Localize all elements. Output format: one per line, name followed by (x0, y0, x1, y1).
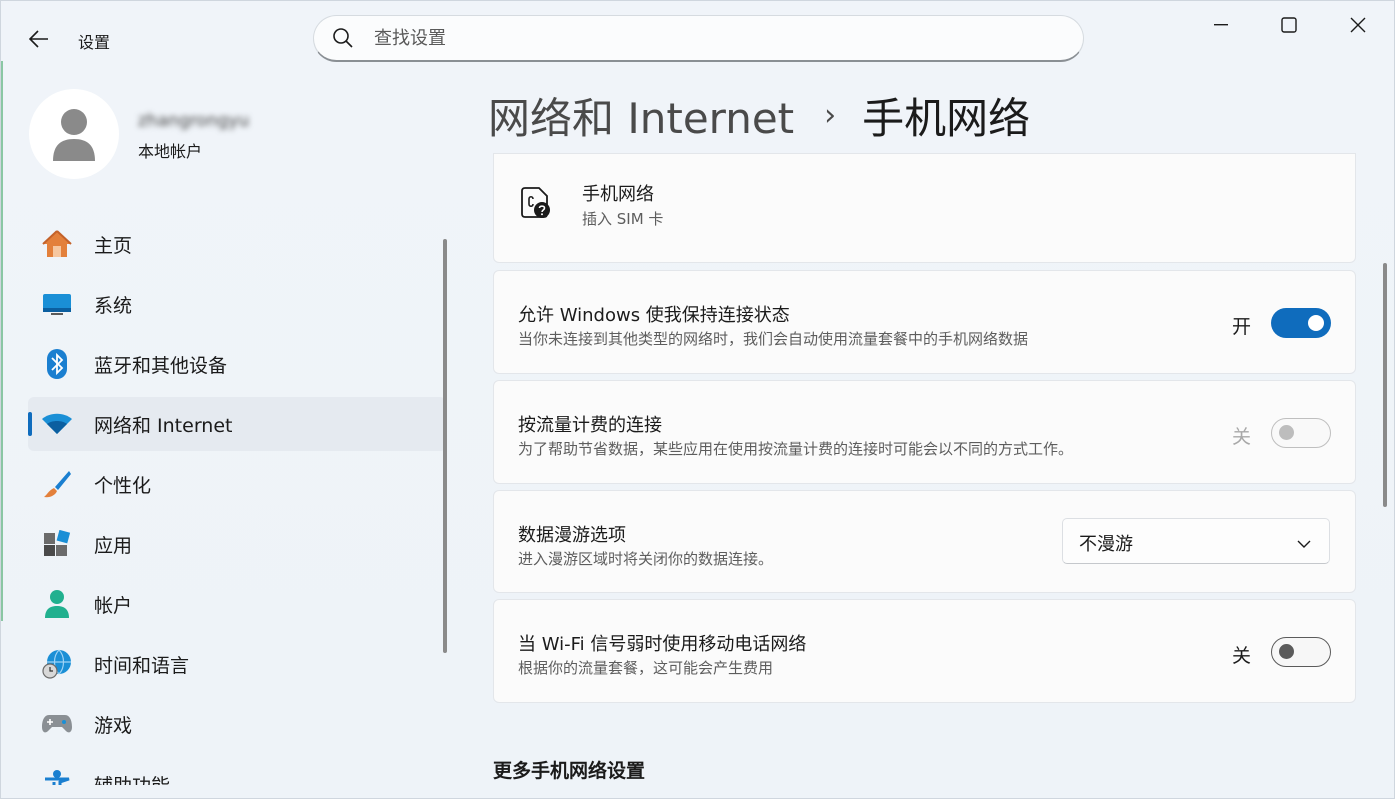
sim-card: 手机网络 插入 SIM 卡 (493, 153, 1356, 263)
sidebar-item-label: 主页 (94, 234, 133, 257)
back-button[interactable] (21, 23, 57, 55)
metered-card: 按流量计费的连接 为了帮助节省数据，某些应用在使用按流量计费的连接时可能会以不同… (493, 380, 1356, 484)
toggle-state-label: 关 (1232, 426, 1252, 448)
wifi-icon (40, 407, 74, 441)
sidebar-item-system[interactable]: 系统 (28, 277, 446, 331)
toggle-state-label: 开 (1232, 316, 1252, 338)
roaming-dropdown[interactable]: 不漫游 (1062, 518, 1330, 564)
search-input[interactable] (374, 27, 974, 49)
roaming-selected-value: 不漫游 (1079, 534, 1133, 555)
maximize-button[interactable] (1255, 5, 1323, 45)
accessibility-icon (40, 767, 74, 785)
sidebar-item-label: 游戏 (94, 714, 133, 737)
sim-title: 手机网络 (582, 184, 654, 205)
apps-icon (40, 527, 74, 561)
sidebar-item-label: 系统 (94, 294, 133, 317)
metered-title: 按流量计费的连接 (518, 415, 662, 436)
roaming-title: 数据漫游选项 (518, 525, 626, 546)
sidebar-item-bluetooth[interactable]: 蓝牙和其他设备 (28, 337, 446, 391)
avatar[interactable] (29, 89, 119, 179)
keep-connected-desc: 当你未连接到其他类型的网络时，我们会自动使用流量套餐中的手机网络数据 (518, 330, 1029, 348)
breadcrumb-parent[interactable]: 网络和 Internet (488, 85, 794, 146)
user-name: zhangrongyu (138, 111, 250, 131)
sidebar-item-accessibility[interactable]: 辅助功能 (28, 757, 446, 785)
toggle-state-label: 关 (1232, 645, 1252, 667)
sidebar-item-label: 蓝牙和其他设备 (94, 354, 228, 377)
keep-connected-card: 允许 Windows 使我保持连接状态 当你未连接到其他类型的网络时，我们会自动… (493, 270, 1356, 374)
sidebar-scrollbar[interactable] (443, 239, 447, 653)
window-edge (1, 61, 3, 621)
sim-status: 插入 SIM 卡 (582, 210, 664, 228)
sidebar-item-accounts[interactable]: 帐户 (28, 577, 446, 631)
user-silhouette-icon (53, 109, 95, 161)
sim-unknown-icon (520, 186, 554, 224)
sidebar-item-apps[interactable]: 应用 (28, 517, 446, 571)
home-icon (40, 227, 74, 261)
settings-window: 设置 zhangrongyu 本地帐户 (0, 0, 1395, 799)
sidebar-item-label: 帐户 (94, 594, 133, 617)
sidebar-item-network[interactable]: 网络和 Internet (28, 397, 446, 451)
wifi-fallback-title: 当 Wi-Fi 信号弱时使用移动电话网络 (518, 634, 807, 655)
keep-connected-toggle[interactable] (1271, 308, 1331, 338)
sidebar-item-time-language[interactable]: 时间和语言 (28, 637, 446, 691)
active-indicator (28, 412, 32, 436)
gamepad-icon (40, 707, 74, 741)
roaming-desc: 进入漫游区域时将关闭你的数据连接。 (518, 550, 774, 568)
roaming-card: 数据漫游选项 进入漫游区域时将关闭你的数据连接。 不漫游 (493, 490, 1356, 593)
system-icon (40, 287, 74, 321)
globe-clock-icon (40, 647, 74, 681)
person-icon (40, 587, 74, 621)
chevron-right-icon: › (824, 98, 837, 133)
maximize-icon (1281, 17, 1297, 33)
metered-toggle[interactable] (1271, 418, 1331, 448)
sidebar-item-gaming[interactable]: 游戏 (28, 697, 446, 751)
close-button[interactable] (1324, 5, 1392, 45)
sidebar-item-label: 个性化 (94, 474, 152, 497)
bluetooth-icon (40, 347, 74, 381)
account-type: 本地帐户 (138, 142, 203, 161)
search-box[interactable] (313, 15, 1084, 62)
back-arrow-icon (29, 30, 48, 48)
content-scrollbar[interactable] (1383, 263, 1387, 507)
wifi-fallback-desc: 根据你的流量套餐，这可能会产生费用 (518, 659, 774, 677)
search-icon (332, 26, 356, 50)
sidebar-item-personalization[interactable]: 个性化 (28, 457, 446, 511)
wifi-fallback-card: 当 Wi-Fi 信号弱时使用移动电话网络 根据你的流量套餐，这可能会产生费用 关 (493, 599, 1356, 703)
chevron-down-icon (1297, 534, 1311, 553)
app-title: 设置 (78, 33, 111, 52)
keep-connected-title: 允许 Windows 使我保持连接状态 (518, 305, 790, 326)
more-settings-heading: 更多手机网络设置 (493, 760, 646, 782)
wifi-fallback-toggle[interactable] (1271, 637, 1331, 667)
sidebar-nav: 主页 系统 蓝牙和其他设备 网络和 Internet 个性化 应用 帐户 时间和… (28, 217, 446, 785)
sidebar-item-home[interactable]: 主页 (28, 217, 446, 271)
page-title: 手机网络 (862, 94, 1031, 143)
brush-icon (40, 467, 74, 501)
minimize-button[interactable] (1187, 5, 1255, 45)
breadcrumb: 网络和 Internet › 手机网络 (488, 85, 1030, 146)
minimize-icon (1214, 24, 1228, 26)
sidebar-item-label: 时间和语言 (94, 654, 190, 677)
metered-desc: 为了帮助节省数据，某些应用在使用按流量计费的连接时可能会以不同的方式工作。 (518, 440, 1074, 458)
sidebar-item-label: 网络和 Internet (94, 414, 233, 437)
close-icon (1350, 17, 1366, 33)
sidebar-item-label: 辅助功能 (94, 771, 170, 786)
sidebar-item-label: 应用 (94, 534, 133, 557)
